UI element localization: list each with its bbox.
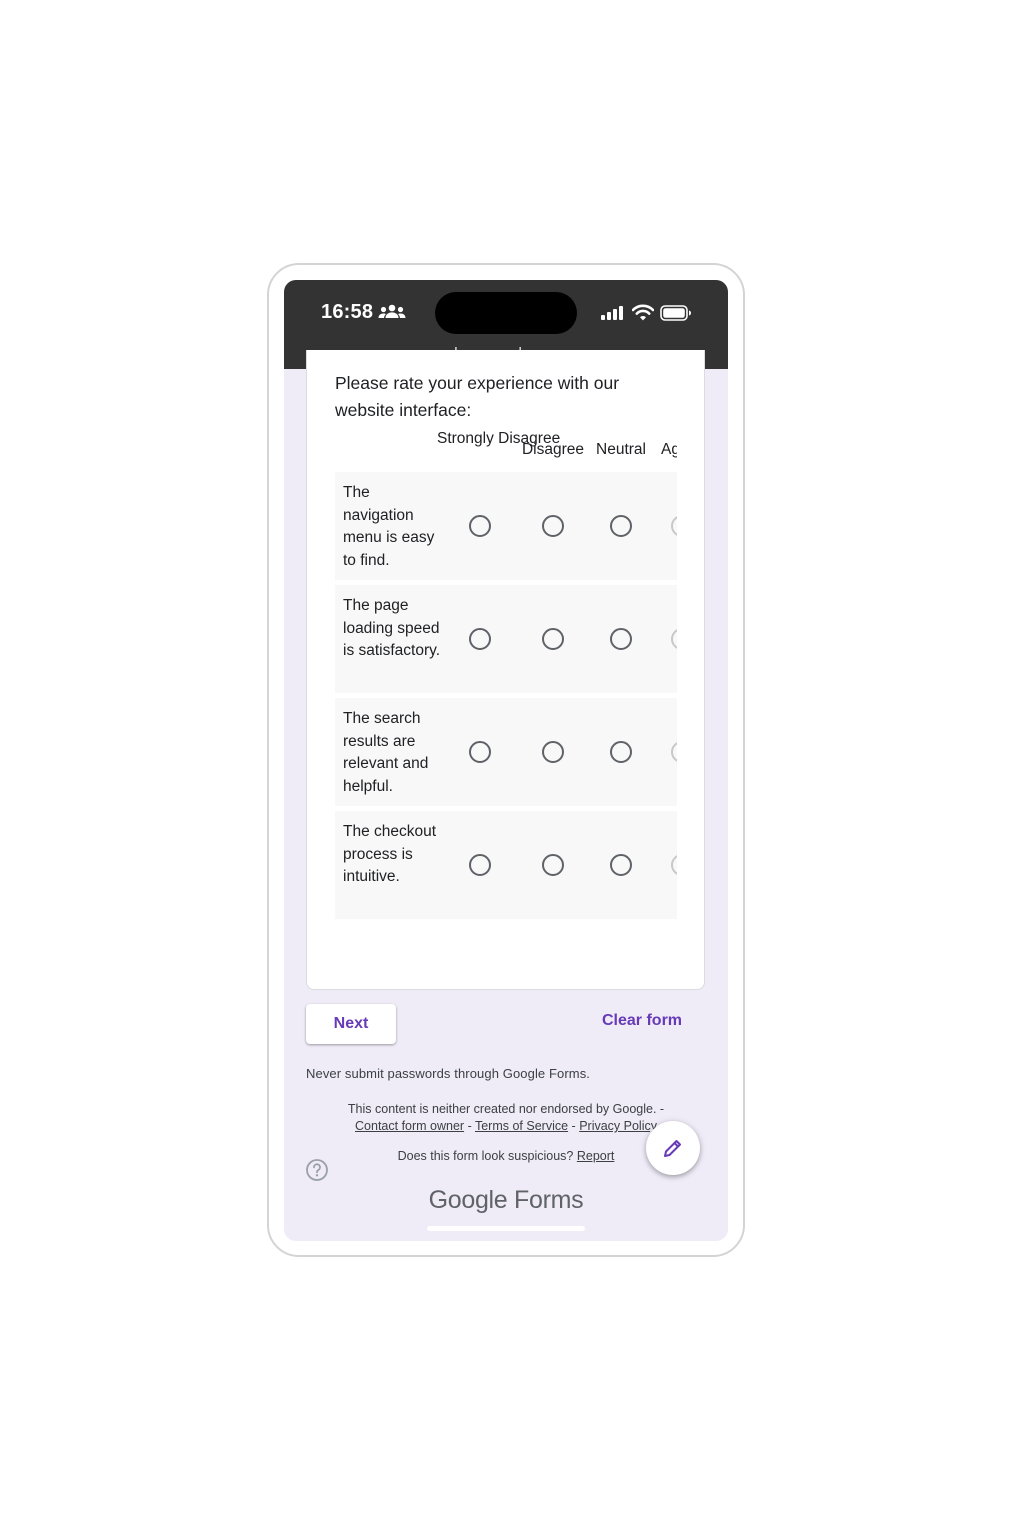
radio-disagree[interactable]: [542, 628, 564, 650]
radio-neutral[interactable]: [610, 628, 632, 650]
row-label: The search results are relevant and help…: [343, 710, 429, 795]
question-card: Please rate your experience with our web…: [306, 350, 705, 990]
link-separator: -: [568, 1119, 580, 1133]
clear-form-button[interactable]: Clear form: [602, 1012, 682, 1030]
column-header-agree: Agree: [661, 441, 677, 458]
grid-row: The page loading speed is satisfactory.: [335, 585, 677, 693]
column-header-strongly-disagree: Strongly Disagree: [437, 430, 561, 447]
privacy-link[interactable]: Privacy Policy: [579, 1119, 657, 1133]
wifi-icon: [631, 304, 655, 326]
row-label: The page loading speed is satisfactory.: [343, 597, 441, 659]
next-button[interactable]: Next: [306, 1004, 396, 1044]
row-label: The checkout process is intuitive.: [343, 823, 437, 885]
radio-agree[interactable]: [671, 628, 677, 650]
disclaimer-text: This content is neither created nor endo…: [347, 1102, 665, 1116]
radio-agree[interactable]: [671, 741, 677, 763]
radio-neutral[interactable]: [610, 741, 632, 763]
radio-strongly-disagree[interactable]: [469, 741, 491, 763]
home-indicator[interactable]: [427, 1226, 585, 1231]
column-header-disagree: Disagree: [521, 441, 585, 458]
help-icon[interactable]: [305, 1158, 329, 1187]
people-icon: [378, 304, 406, 325]
grid-question[interactable]: Strongly Disagree Disagree Neutral Agree…: [335, 428, 677, 948]
suspicious-text: Does this form look suspicious?: [397, 1149, 574, 1163]
grid-row: The checkout process is intuitive.: [335, 811, 677, 919]
radio-neutral[interactable]: [610, 515, 632, 537]
grid-row: The navigation menu is easy to find.: [335, 472, 677, 580]
row-label: The navigation menu is easy to find.: [343, 484, 435, 569]
battery-icon: [660, 305, 692, 326]
radio-strongly-disagree[interactable]: [469, 854, 491, 876]
footer-links: Contact form owner - Terms of Service - …: [314, 1118, 698, 1135]
radio-agree[interactable]: [671, 854, 677, 876]
radio-disagree[interactable]: [542, 515, 564, 537]
link-separator: -: [464, 1119, 475, 1133]
signal-icon: [601, 306, 625, 325]
dynamic-island: [435, 292, 577, 334]
radio-agree[interactable]: [671, 515, 677, 537]
contact-owner-link[interactable]: Contact form owner: [355, 1119, 464, 1133]
radio-strongly-disagree[interactable]: [469, 628, 491, 650]
phone-screen: 16:58 Please rate your experience with o…: [284, 280, 728, 1241]
question-title: Please rate your experience with our web…: [335, 373, 620, 420]
google-forms-logo: Google Forms: [428, 1186, 584, 1214]
radio-neutral[interactable]: [610, 854, 632, 876]
disclaimer: This content is neither created nor endo…: [314, 1101, 698, 1135]
radio-disagree[interactable]: [542, 741, 564, 763]
report-link[interactable]: Report: [577, 1149, 615, 1163]
grid-row: The search results are relevant and help…: [335, 698, 677, 806]
radio-strongly-disagree[interactable]: [469, 515, 491, 537]
status-time: 16:58: [321, 301, 374, 323]
edit-fab-button[interactable]: [646, 1121, 700, 1175]
password-warning: Never submit passwords through Google Fo…: [306, 1066, 591, 1081]
terms-link[interactable]: Terms of Service: [475, 1119, 568, 1133]
column-header-neutral: Neutral: [596, 441, 646, 458]
radio-disagree[interactable]: [542, 854, 564, 876]
